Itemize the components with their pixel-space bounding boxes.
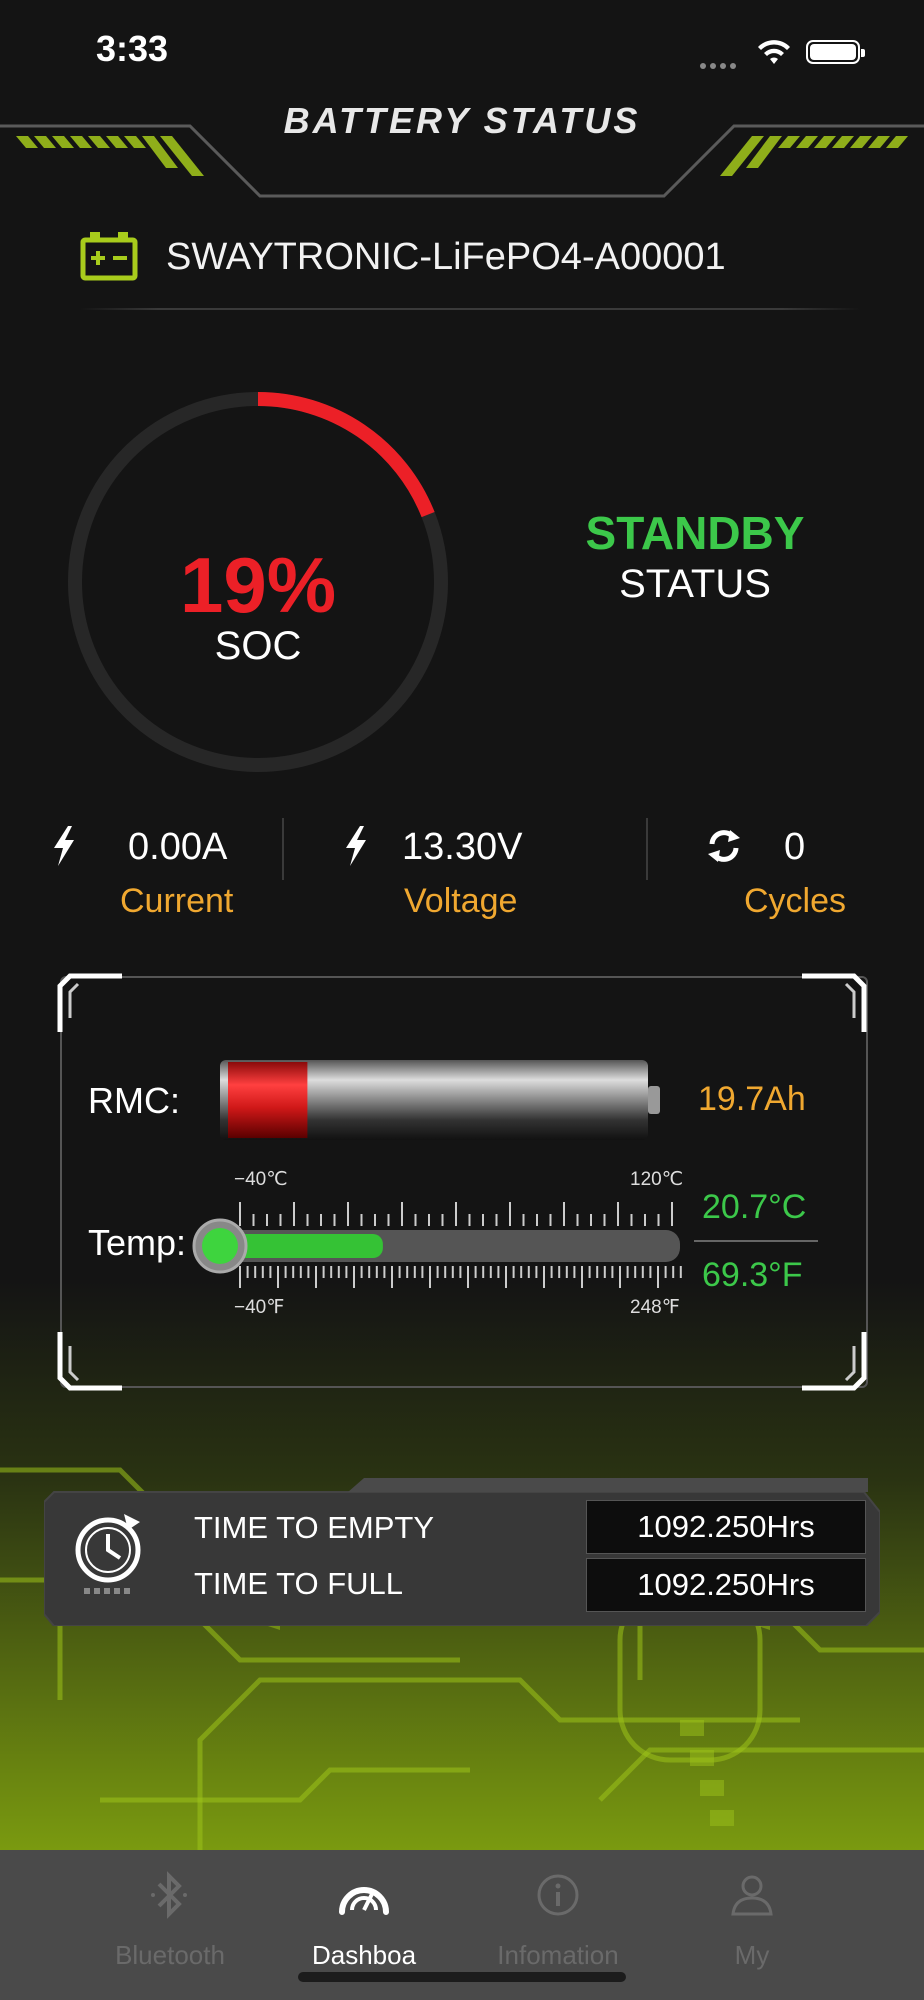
rmc-battery-bar [220,1060,660,1140]
panel-corner [802,1332,867,1391]
info-icon [537,1874,579,1916]
refresh-icon [708,830,740,862]
tab-label: Dashboa [311,1940,417,1970]
status-time: 3:33 [96,28,169,69]
tab-label: Infomation [497,1940,619,1970]
voltage-value: 13.30V [402,826,523,868]
cycles-label: Cycles [744,882,847,920]
divider [694,1240,818,1242]
panel-corner [57,973,122,1032]
time-to-full-value: 1092.250Hrs [586,1558,866,1612]
temp-scale-c-max: 120℃ [630,1169,684,1190]
voltage-label: Voltage [404,882,518,920]
wifi-icon [758,40,790,64]
lightning-icon [54,826,74,866]
current-label: Current [120,882,234,920]
panel-corner [57,1332,122,1391]
bluetooth-icon [151,1871,187,1919]
rmc-value: 19.7Ah [698,1080,806,1118]
time-to-full-label: TIME TO FULL [194,1566,404,1601]
tab-label: My [734,1940,770,1970]
divider [646,818,648,880]
user-icon [731,1875,773,1916]
clock-icon [75,1514,141,1594]
battery-state-label: STATUS [619,562,771,606]
cycles-value: 0 [784,826,806,868]
divider [282,818,284,880]
temp-celsius-value: 20.7°C [702,1188,807,1226]
tab-information[interactable]: Infomation [458,1860,658,1990]
panel-corner [802,973,867,1032]
device-name: SWAYTRONIC-LiFePO4-A00001 [166,236,726,278]
tab-label: Bluetooth [115,1940,225,1970]
time-to-empty-label: TIME TO EMPTY [194,1510,434,1545]
tab-dashboard[interactable]: Dashboa [264,1860,464,1990]
battery-state-value: STANDBY [585,507,805,559]
gauge-icon [339,1887,389,1915]
tab-bluetooth[interactable]: Bluetooth [70,1860,270,1990]
soc-label: SOC [214,624,302,668]
temp-fahrenheit-value: 69.3°F [702,1256,803,1294]
divider [80,308,860,310]
soc-gauge-arc [257,392,435,518]
time-to-empty-value: 1092.250Hrs [586,1500,866,1554]
phone-battery-icon [806,40,865,64]
home-indicator [298,1972,626,1982]
rmc-label: RMC: [88,1080,180,1121]
lightning-icon [346,826,366,866]
temp-scale-f-max: 248℉ [630,1297,680,1318]
page-title: BATTERY STATUS [283,100,641,141]
soc-value: 19% [179,541,337,629]
temp-scale-c-min: −40℃ [234,1169,288,1190]
cellular-signal-icon [700,56,740,74]
temp-label: Temp: [88,1222,187,1263]
current-value: 0.00A [128,826,228,868]
battery-plus-minus-icon [80,232,138,281]
temp-scale-f-min: −40℉ [234,1297,285,1318]
tab-my[interactable]: My [652,1860,852,1990]
rmc-fill [228,1062,308,1138]
